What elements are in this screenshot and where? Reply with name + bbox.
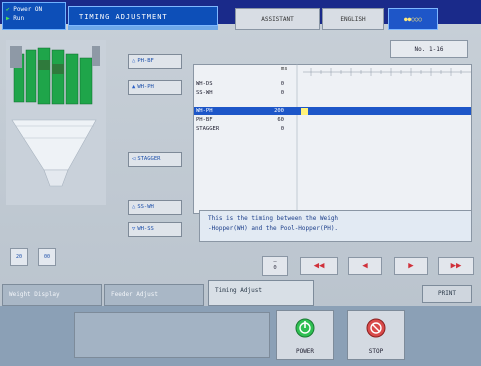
- message-area: [74, 312, 270, 358]
- up-arrow-icon: △: [132, 58, 136, 64]
- zero-button[interactable]: — 0: [262, 256, 288, 276]
- timing-marker: [301, 108, 308, 115]
- fast-rewind-button[interactable]: ◀◀: [300, 257, 338, 275]
- power-icon: [295, 318, 315, 338]
- timing-row-ph-bf[interactable]: PH-BF 60: [194, 116, 471, 124]
- row-value: 60: [277, 117, 284, 123]
- tab-timing-adjust[interactable]: Timing Adjust: [208, 280, 314, 306]
- stagger-button[interactable]: ◁ STAGGER: [128, 152, 182, 167]
- page-title: TIMING ADJUSTMENT: [68, 6, 218, 26]
- row-label: STAGGER: [196, 126, 220, 132]
- title-underline: [68, 26, 218, 30]
- help-line-2: -Hopper(WH) and the Pool-Hopper(PH).: [208, 225, 339, 232]
- ph-bf-label: PH-BF: [137, 58, 154, 64]
- step-forward-button[interactable]: ▶: [394, 257, 428, 275]
- head-number-range[interactable]: No. 1-16: [390, 40, 468, 58]
- unit-label: ms: [281, 66, 288, 72]
- tab-feeder-adjust[interactable]: Feeder Adjust: [104, 284, 204, 306]
- power-button[interactable]: POWER: [276, 310, 334, 360]
- print-button[interactable]: PRINT: [422, 285, 472, 303]
- row-label: SS-WH: [196, 90, 213, 96]
- row-label: WH-PH: [196, 108, 213, 114]
- stop-button[interactable]: STOP: [347, 310, 405, 360]
- ph-bf-button[interactable]: △ PH-BF: [128, 54, 182, 69]
- ss-wh-label: SS-WH: [137, 204, 154, 210]
- row-value: 0: [280, 126, 284, 132]
- wh-ss-label: WH-SS: [137, 226, 154, 232]
- power-label: POWER: [295, 348, 315, 355]
- run-status-text: Run: [13, 15, 25, 22]
- reset-icon[interactable]: 00: [38, 248, 56, 266]
- down-arrow-icon: ▽: [132, 226, 136, 232]
- language-button[interactable]: ENGLISH: [322, 8, 384, 30]
- row-value: 0: [280, 81, 284, 87]
- ss-wh-button[interactable]: △ SS-WH: [128, 200, 182, 215]
- power-indicator-icon: ✔: [6, 6, 10, 13]
- status-panel: ✔ Power ON ▶ Run: [2, 2, 66, 30]
- tab-weight-display[interactable]: Weight Display: [2, 284, 102, 306]
- zero-label: 0: [273, 265, 277, 271]
- touch-screen: ✔ Power ON ▶ Run TIMING ADJUSTMENT ASSIS…: [0, 0, 481, 366]
- row-label: PH-BF: [196, 117, 213, 123]
- fast-forward-button[interactable]: ▶▶: [438, 257, 474, 275]
- up-arrow-icon: ▲: [132, 84, 136, 90]
- row-value: 200: [274, 108, 284, 114]
- weigher-illustration: [6, 40, 106, 205]
- wh-ph-label: WH-PH: [137, 84, 154, 90]
- wh-ss-button[interactable]: ▽ WH-SS: [128, 222, 182, 237]
- counter-icon[interactable]: 20: [10, 248, 28, 266]
- help-line-1: This is the timing between the Weigh: [208, 215, 339, 222]
- stop-icon: [366, 318, 386, 338]
- help-message: This is the timing between the Weigh -Ho…: [199, 210, 472, 242]
- assistant-button[interactable]: ASSISTANT: [235, 8, 320, 30]
- run-indicator-icon: ▶: [6, 15, 10, 22]
- timing-row-stagger[interactable]: STAGGER 0: [194, 125, 471, 133]
- timing-row-ss-wh[interactable]: SS-WH 0: [194, 89, 471, 97]
- power-status-text: Power ON: [13, 6, 43, 13]
- row-label: WH-DS: [196, 81, 213, 87]
- left-arrow-icon: ◁: [132, 156, 136, 162]
- timing-row-wh-ds[interactable]: WH-DS 0: [194, 80, 471, 88]
- timing-row-wh-ph-selected[interactable]: WH-PH 200: [194, 107, 471, 115]
- step-back-button[interactable]: ◀: [348, 257, 382, 275]
- up-arrow-icon: △: [132, 204, 136, 210]
- stagger-label: STAGGER: [137, 156, 161, 162]
- wh-ph-button[interactable]: ▲ WH-PH: [128, 80, 182, 95]
- level-indicator: ●●○○○: [388, 8, 438, 30]
- row-value: 0: [280, 90, 284, 96]
- stop-label: STOP: [368, 348, 384, 355]
